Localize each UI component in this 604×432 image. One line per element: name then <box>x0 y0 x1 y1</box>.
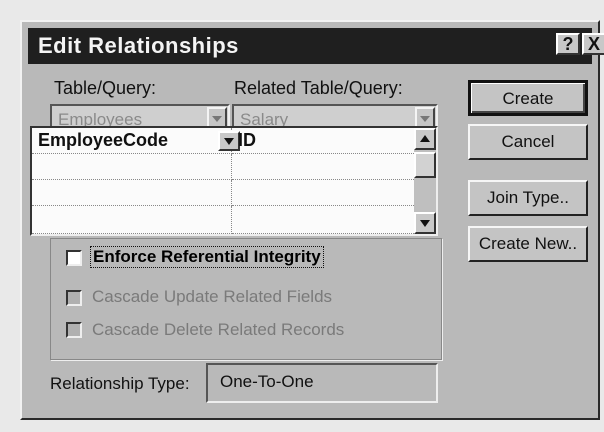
title-bar[interactable]: Edit Relationships ? X <box>28 28 604 64</box>
grid-cell-left-1[interactable] <box>32 154 232 180</box>
cascade-update-label: Cascade Update Related Fields <box>92 287 333 306</box>
enforce-integrity-checkbox[interactable] <box>66 250 82 266</box>
field-mapping-grid[interactable]: EmployeeCode ID <box>30 126 438 236</box>
grid-scrollbar[interactable] <box>414 128 436 234</box>
relationship-type-field: One-To-One <box>206 363 438 403</box>
scroll-down-button[interactable] <box>414 212 436 234</box>
cascade-delete-checkbox[interactable] <box>66 322 82 338</box>
arrow-down-icon <box>420 220 430 227</box>
help-button[interactable]: ? <box>556 33 580 55</box>
table-query-label: Table/Query: <box>54 78 157 98</box>
chevron-down-icon <box>420 116 430 122</box>
relationship-type-label: Relationship Type: <box>50 374 190 393</box>
arrow-up-icon <box>420 135 430 142</box>
join-type-button[interactable]: Join Type.. <box>468 180 588 216</box>
grid-cell-left-2[interactable] <box>32 180 232 206</box>
grid-cell-right-0[interactable]: ID <box>232 128 416 154</box>
grid-cell-left-3[interactable] <box>32 206 232 234</box>
enforce-integrity-label[interactable]: Enforce Referential Integrity <box>90 246 324 268</box>
dialog-title: Edit Relationships <box>38 33 239 58</box>
close-button[interactable]: X <box>582 33 604 55</box>
related-table-query-label: Related Table/Query: <box>234 78 403 98</box>
scroll-up-button[interactable] <box>414 128 436 150</box>
grid-cell-left-0[interactable]: EmployeeCode <box>32 128 240 154</box>
cancel-button[interactable]: Cancel <box>468 124 588 160</box>
grid-cell-right-2[interactable] <box>232 180 416 206</box>
cascade-update-checkbox[interactable] <box>66 290 82 306</box>
relationship-type-value: One-To-One <box>220 372 314 391</box>
grid-cell-right-1[interactable] <box>232 154 416 180</box>
chevron-down-icon <box>212 116 222 122</box>
grid-cell-right-3[interactable] <box>232 206 416 234</box>
grid-left-text: EmployeeCode <box>38 130 169 150</box>
cascade-delete-label: Cascade Delete Related Records <box>92 320 345 339</box>
scroll-thumb[interactable] <box>414 152 436 178</box>
grid-right-text: ID <box>238 130 256 150</box>
create-button[interactable]: Create <box>468 80 588 116</box>
create-new-button[interactable]: Create New.. <box>468 226 588 262</box>
